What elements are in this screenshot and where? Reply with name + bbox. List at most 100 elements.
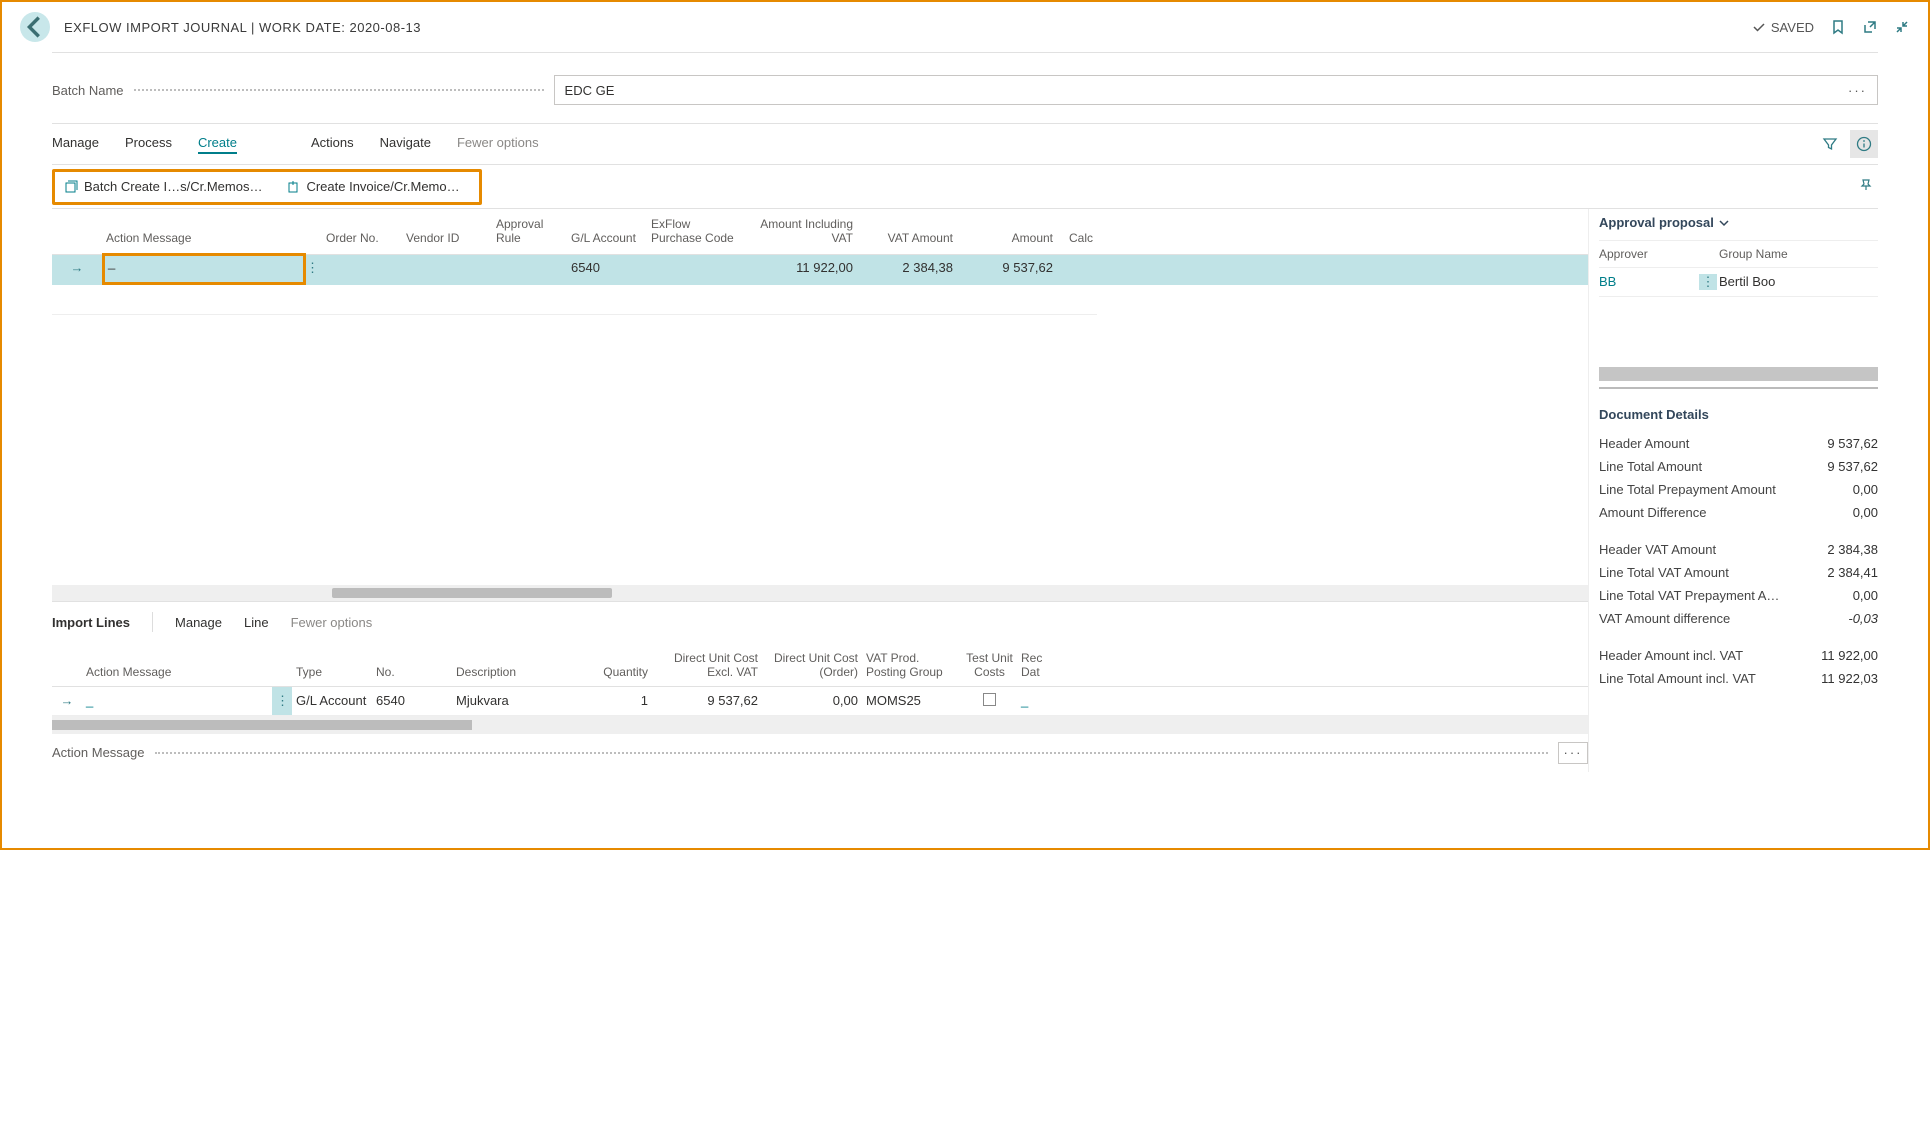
main-split: Action Message Order No. Vendor ID Appro…	[52, 209, 1878, 772]
tab-create[interactable]: Create	[198, 135, 237, 154]
icol-qty[interactable]: Quantity	[572, 663, 652, 681]
dl-header-amount: Header Amount9 537,62	[1599, 432, 1878, 455]
main-grid-header: Action Message Order No. Vendor ID Appro…	[52, 209, 1588, 255]
import-fewer[interactable]: Fewer options	[291, 615, 373, 630]
main-grid-scrollbar[interactable]	[52, 585, 1588, 601]
approval-proposal-title[interactable]: Approval proposal	[1599, 215, 1878, 230]
approver-group: Bertil Boo	[1719, 274, 1869, 290]
import-grid-row[interactable]: → _ ⋮ G/L Account 6540 Mjukvara 1 9 537,…	[52, 687, 1588, 716]
toolbar-right-icons	[1816, 130, 1878, 158]
cell-amount[interactable]: 9 537,62	[957, 255, 1057, 285]
tab-actions[interactable]: Actions	[311, 135, 354, 154]
col-approval-rule[interactable]: Approval Rule	[492, 215, 567, 248]
icol-direct-cost[interactable]: Direct Unit Cost Excl. VAT	[652, 649, 762, 682]
icell-rec-date[interactable]: _	[1017, 687, 1067, 715]
tab-process[interactable]: Process	[125, 135, 172, 154]
approver-code[interactable]: BB	[1599, 274, 1699, 290]
col-calc[interactable]: Calc	[1057, 229, 1097, 247]
icol-desc[interactable]: Description	[452, 663, 572, 681]
col-amount[interactable]: Amount	[957, 229, 1057, 247]
action-message-more[interactable]: ···	[1558, 742, 1588, 764]
dl-line-total: Line Total Amount9 537,62	[1599, 455, 1878, 478]
bookmark-icon[interactable]	[1830, 19, 1846, 35]
right-panel: Approval proposal Approver Group Name BB…	[1588, 209, 1878, 772]
icell-action-message[interactable]: _	[82, 687, 272, 715]
cell-exflow-purchase[interactable]	[647, 255, 747, 285]
col-amount-incl-vat[interactable]: Amount Including VAT	[747, 215, 857, 248]
dl-line-vat-prepay: Line Total VAT Prepayment A…0,00	[1599, 584, 1878, 607]
batch-name-value: EDC GE	[565, 83, 615, 98]
icol-type[interactable]: Type	[292, 663, 372, 681]
app-frame: EXFLOW IMPORT JOURNAL | WORK DATE: 2020-…	[0, 0, 1930, 850]
icell-vat-prod[interactable]: MOMS25	[862, 687, 962, 715]
footer-dots	[155, 752, 1549, 754]
tab-navigate[interactable]: Navigate	[380, 135, 431, 154]
col-vendor-id[interactable]: Vendor ID	[402, 229, 492, 247]
import-grid-scrollbar[interactable]	[52, 716, 1588, 734]
group-col[interactable]: Group Name	[1719, 247, 1869, 261]
col-gl-account[interactable]: G/L Account	[567, 229, 647, 247]
cell-order-no[interactable]	[322, 255, 402, 285]
dl-amount-diff: Amount Difference0,00	[1599, 501, 1878, 524]
collapse-icon[interactable]	[1894, 19, 1910, 35]
back-button[interactable]	[20, 12, 50, 42]
icol-rec-date[interactable]: Rec Dat	[1017, 649, 1067, 682]
tab-fewer-options[interactable]: Fewer options	[457, 135, 539, 154]
filter-icon[interactable]	[1816, 130, 1844, 158]
icol-action-message[interactable]: Action Message	[82, 663, 272, 681]
icol-no[interactable]: No.	[372, 663, 452, 681]
approver-col[interactable]: Approver	[1599, 247, 1699, 261]
icell-test-costs[interactable]	[962, 687, 1017, 715]
dl-line-vat: Line Total VAT Amount2 384,41	[1599, 561, 1878, 584]
cell-amount-incl-vat[interactable]: 11 922,00	[747, 255, 857, 285]
cell-vat-amount[interactable]: 2 384,38	[857, 255, 957, 285]
col-order-no[interactable]: Order No.	[322, 229, 402, 247]
cell-vendor-id[interactable]	[402, 255, 492, 285]
icell-qty[interactable]: 1	[572, 687, 652, 715]
main-grid-empty-row[interactable]	[52, 285, 1588, 315]
info-icon[interactable]	[1850, 130, 1878, 158]
import-line[interactable]: Line	[244, 615, 269, 630]
irow-more-menu[interactable]: ⋮	[272, 687, 292, 715]
top-bar: EXFLOW IMPORT JOURNAL | WORK DATE: 2020-…	[2, 2, 1928, 52]
tab-manage[interactable]: Manage	[52, 135, 99, 154]
col-vat-amount[interactable]: VAT Amount	[857, 229, 957, 247]
icell-desc[interactable]: Mjukvara	[452, 687, 572, 715]
approver-row[interactable]: BB ⋮ Bertil Boo	[1599, 268, 1878, 297]
action-message-label: Action Message	[52, 745, 145, 760]
icell-type[interactable]: G/L Account	[292, 687, 372, 715]
row-indicator-icon: →	[52, 255, 102, 285]
approver-more-menu[interactable]: ⋮	[1699, 274, 1717, 290]
batch-lookup-ellipsis[interactable]: ···	[1848, 83, 1867, 98]
approver-scrollbar[interactable]	[1599, 367, 1878, 381]
import-manage[interactable]: Manage	[175, 615, 222, 630]
approver-header: Approver Group Name	[1599, 240, 1878, 268]
footer-row: Action Message ···	[52, 734, 1588, 772]
icol-test-costs[interactable]: Test Unit Costs	[962, 649, 1017, 682]
main-grid-body: → _ ⋮ 6540 11 922,00 2 384,38 9 5	[52, 255, 1588, 585]
icol-vat-prod[interactable]: VAT Prod. Posting Group	[862, 649, 962, 682]
create-invoice-label: Create Invoice/Cr.Memo…	[306, 179, 459, 194]
icell-no[interactable]: 6540	[372, 687, 452, 715]
pin-icon[interactable]	[1858, 177, 1874, 196]
chevron-down-icon	[1718, 217, 1730, 229]
highlight-box-action-cell	[102, 253, 306, 285]
row-more-menu[interactable]: ⋮	[302, 255, 322, 285]
main-grid-row[interactable]: → _ ⋮ 6540 11 922,00 2 384,38 9 5	[52, 255, 1588, 285]
checkbox-test-costs[interactable]	[983, 693, 996, 706]
icol-direct-order[interactable]: Direct Unit Cost (Order)	[762, 649, 862, 682]
create-invoice-action[interactable]: Create Invoice/Cr.Memo…	[286, 179, 459, 194]
batch-create-action[interactable]: Batch Create I…s/Cr.Memos…	[64, 179, 262, 194]
cell-approval-rule[interactable]	[492, 255, 567, 285]
popout-icon[interactable]	[1862, 19, 1878, 35]
check-icon	[1751, 19, 1767, 35]
cell-action-message[interactable]: _	[102, 255, 302, 285]
saved-label: SAVED	[1771, 20, 1814, 35]
batch-name-field[interactable]: EDC GE ···	[554, 75, 1878, 105]
cell-gl-account[interactable]: 6540	[567, 255, 647, 285]
col-action-message[interactable]: Action Message	[102, 229, 302, 247]
cell-calc[interactable]	[1057, 255, 1097, 285]
col-exflow-purchase[interactable]: ExFlow Purchase Code	[647, 215, 747, 248]
icell-direct-order[interactable]: 0,00	[762, 687, 862, 715]
icell-direct-cost[interactable]: 9 537,62	[652, 687, 762, 715]
